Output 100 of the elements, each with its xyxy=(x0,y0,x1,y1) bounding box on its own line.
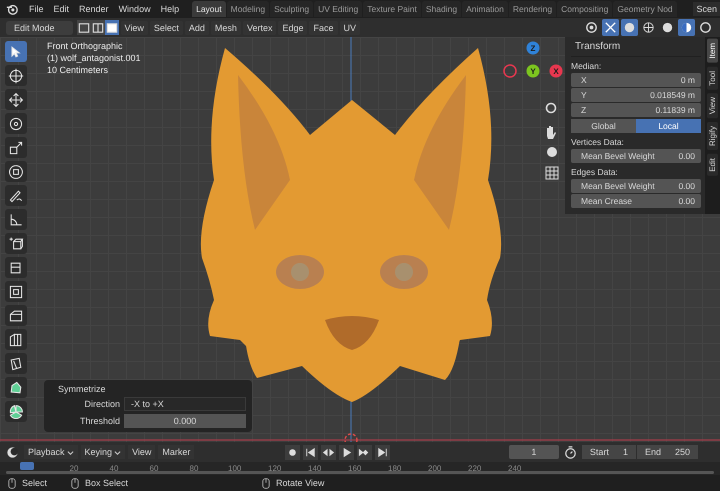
loop-cut-tool-icon[interactable] xyxy=(5,329,27,350)
extrude-tool-icon[interactable] xyxy=(5,257,27,278)
header-menu[interactable]: Face xyxy=(309,20,338,34)
direction-dropdown[interactable]: -X to +X xyxy=(124,397,246,411)
jump-end-icon[interactable] xyxy=(374,444,390,460)
3d-cursor-icon xyxy=(344,433,358,442)
workspace-tab[interactable]: Rendering xyxy=(508,1,556,17)
hand-icon[interactable] xyxy=(547,126,556,139)
field-label: Threshold xyxy=(78,416,120,426)
select-tool-icon[interactable] xyxy=(5,41,27,62)
material-shading-icon[interactable] xyxy=(678,19,695,36)
playhead-marker[interactable] xyxy=(20,462,34,470)
previous-keyframe-icon[interactable] xyxy=(320,444,336,460)
grid-scale: 10 Centimeters xyxy=(47,65,110,75)
frame-number: 200 xyxy=(428,464,440,473)
header-menu[interactable]: Select xyxy=(150,20,183,34)
workspace-tab[interactable]: Shading xyxy=(422,1,462,17)
transform-tool-icon[interactable] xyxy=(5,161,27,182)
mode-dropdown[interactable]: Edit Mode xyxy=(6,20,73,34)
knife-tool-icon[interactable] xyxy=(5,353,27,374)
workspace-tab[interactable]: Layout xyxy=(192,1,226,17)
menu-item[interactable]: Render xyxy=(74,4,114,14)
keyframe-record-icon[interactable] xyxy=(284,444,300,460)
poly-build-tool-icon[interactable] xyxy=(5,377,27,398)
play-icon[interactable] xyxy=(338,444,354,460)
frame-number: 80 xyxy=(188,464,200,473)
frame-number: 140 xyxy=(308,464,320,473)
sidebar-tab[interactable]: Rigify xyxy=(707,122,718,150)
dropdown-menu[interactable]: Playback xyxy=(24,445,78,459)
workspace-tab[interactable]: Sculpting xyxy=(270,1,314,17)
render-shading-icon[interactable] xyxy=(697,19,714,36)
threshold-field[interactable]: 0.000 xyxy=(124,414,246,428)
header-menu[interactable]: Edge xyxy=(278,20,308,34)
number-field[interactable]: Mean Bevel Weight 0.00 xyxy=(571,179,701,193)
number-field[interactable]: X 0 m xyxy=(571,73,701,87)
mouse-icon xyxy=(262,478,270,488)
workspace-tab[interactable]: UV Editing xyxy=(314,1,362,17)
status-hint: Select xyxy=(22,478,48,488)
current-frame-field[interactable]: 1 xyxy=(508,445,559,459)
header-menu[interactable]: Marker xyxy=(158,445,194,459)
menu-item[interactable]: Window xyxy=(114,4,156,14)
measure-tool-icon[interactable] xyxy=(5,209,27,230)
workspace-tab[interactable]: Animation xyxy=(462,1,508,17)
header-menu[interactable]: Mesh xyxy=(210,20,241,34)
header-menu[interactable]: View xyxy=(120,20,148,34)
number-field[interactable]: Z 0.11839 m xyxy=(571,103,701,117)
caret-icon[interactable] xyxy=(114,448,122,456)
sidebar-tab[interactable]: View xyxy=(707,93,718,118)
sidebar-tab[interactable]: Item xyxy=(707,39,718,63)
face-select-mode-icon[interactable] xyxy=(104,20,119,35)
mouse-icon xyxy=(71,478,80,488)
grid-icon[interactable] xyxy=(546,166,558,180)
workspace-tab[interactable]: Texture Paint xyxy=(363,1,421,17)
panel-title[interactable]: Symmetrize xyxy=(50,384,246,394)
axis-gizmo-handle[interactable]: X xyxy=(550,64,562,78)
sidebar-tab[interactable]: Tool xyxy=(707,66,718,90)
frame-number: 120 xyxy=(268,464,280,473)
viewport-grid[interactable] xyxy=(0,37,720,442)
caret-icon[interactable] xyxy=(66,448,74,456)
add-cube-tool-icon[interactable] xyxy=(5,233,27,254)
rotate-tool-icon[interactable] xyxy=(5,113,27,134)
scene-selector[interactable]: Scen xyxy=(693,2,720,16)
start-frame-field[interactable]: Start 1 xyxy=(582,445,636,459)
frame-number: 160 xyxy=(348,464,360,473)
negative-axis-icon[interactable] xyxy=(503,64,517,78)
space-toggle-button[interactable]: Global xyxy=(571,119,636,133)
bevel-tool-icon[interactable] xyxy=(5,305,27,326)
scale-tool-icon[interactable] xyxy=(5,137,27,158)
panel-title[interactable]: Transform xyxy=(571,39,701,57)
vertex-select-mode-icon[interactable] xyxy=(76,20,91,35)
section-label: Edges Data: xyxy=(571,167,619,177)
number-field[interactable]: Mean Crease 0.00 xyxy=(571,194,701,208)
header-menu[interactable]: Vertex xyxy=(242,20,276,34)
header-menu[interactable]: Add xyxy=(184,20,209,34)
inset-tool-icon[interactable] xyxy=(5,281,27,302)
xray-icon[interactable] xyxy=(602,19,619,36)
axis-gizmo-handle[interactable]: Z xyxy=(526,42,540,54)
menu-item[interactable]: Edit xyxy=(48,4,74,14)
workspace-tab[interactable]: Geometry Nod xyxy=(613,1,677,17)
edge-select-mode-icon[interactable] xyxy=(90,20,105,35)
sidebar-tab[interactable]: Edit xyxy=(707,154,718,176)
menu-item[interactable]: File xyxy=(24,4,49,14)
jump-start-icon[interactable] xyxy=(302,444,318,460)
header-menu[interactable]: View xyxy=(128,445,156,459)
spin-tool-icon[interactable] xyxy=(5,401,27,422)
move-tool-icon[interactable] xyxy=(5,89,27,110)
cursor-tool-icon[interactable] xyxy=(5,65,27,86)
number-field[interactable]: Y 0.018549 m xyxy=(571,88,701,102)
overlay-icon[interactable] xyxy=(583,19,600,36)
dropdown-menu[interactable]: Keying xyxy=(80,445,126,459)
number-field[interactable]: Mean Bevel Weight 0.00 xyxy=(571,149,701,163)
workspace-tab[interactable]: Modeling xyxy=(226,1,270,17)
workspace-tab[interactable]: Compositing xyxy=(557,1,612,17)
next-keyframe-icon[interactable] xyxy=(356,444,372,460)
header-menu[interactable]: UV xyxy=(340,20,360,34)
menu-item[interactable]: Help xyxy=(156,4,184,14)
space-toggle-button[interactable]: Local xyxy=(636,119,701,133)
end-frame-field[interactable]: End 250 xyxy=(636,445,698,459)
annotate-tool-icon[interactable] xyxy=(5,185,27,206)
axis-gizmo-handle[interactable]: Y xyxy=(526,64,540,78)
